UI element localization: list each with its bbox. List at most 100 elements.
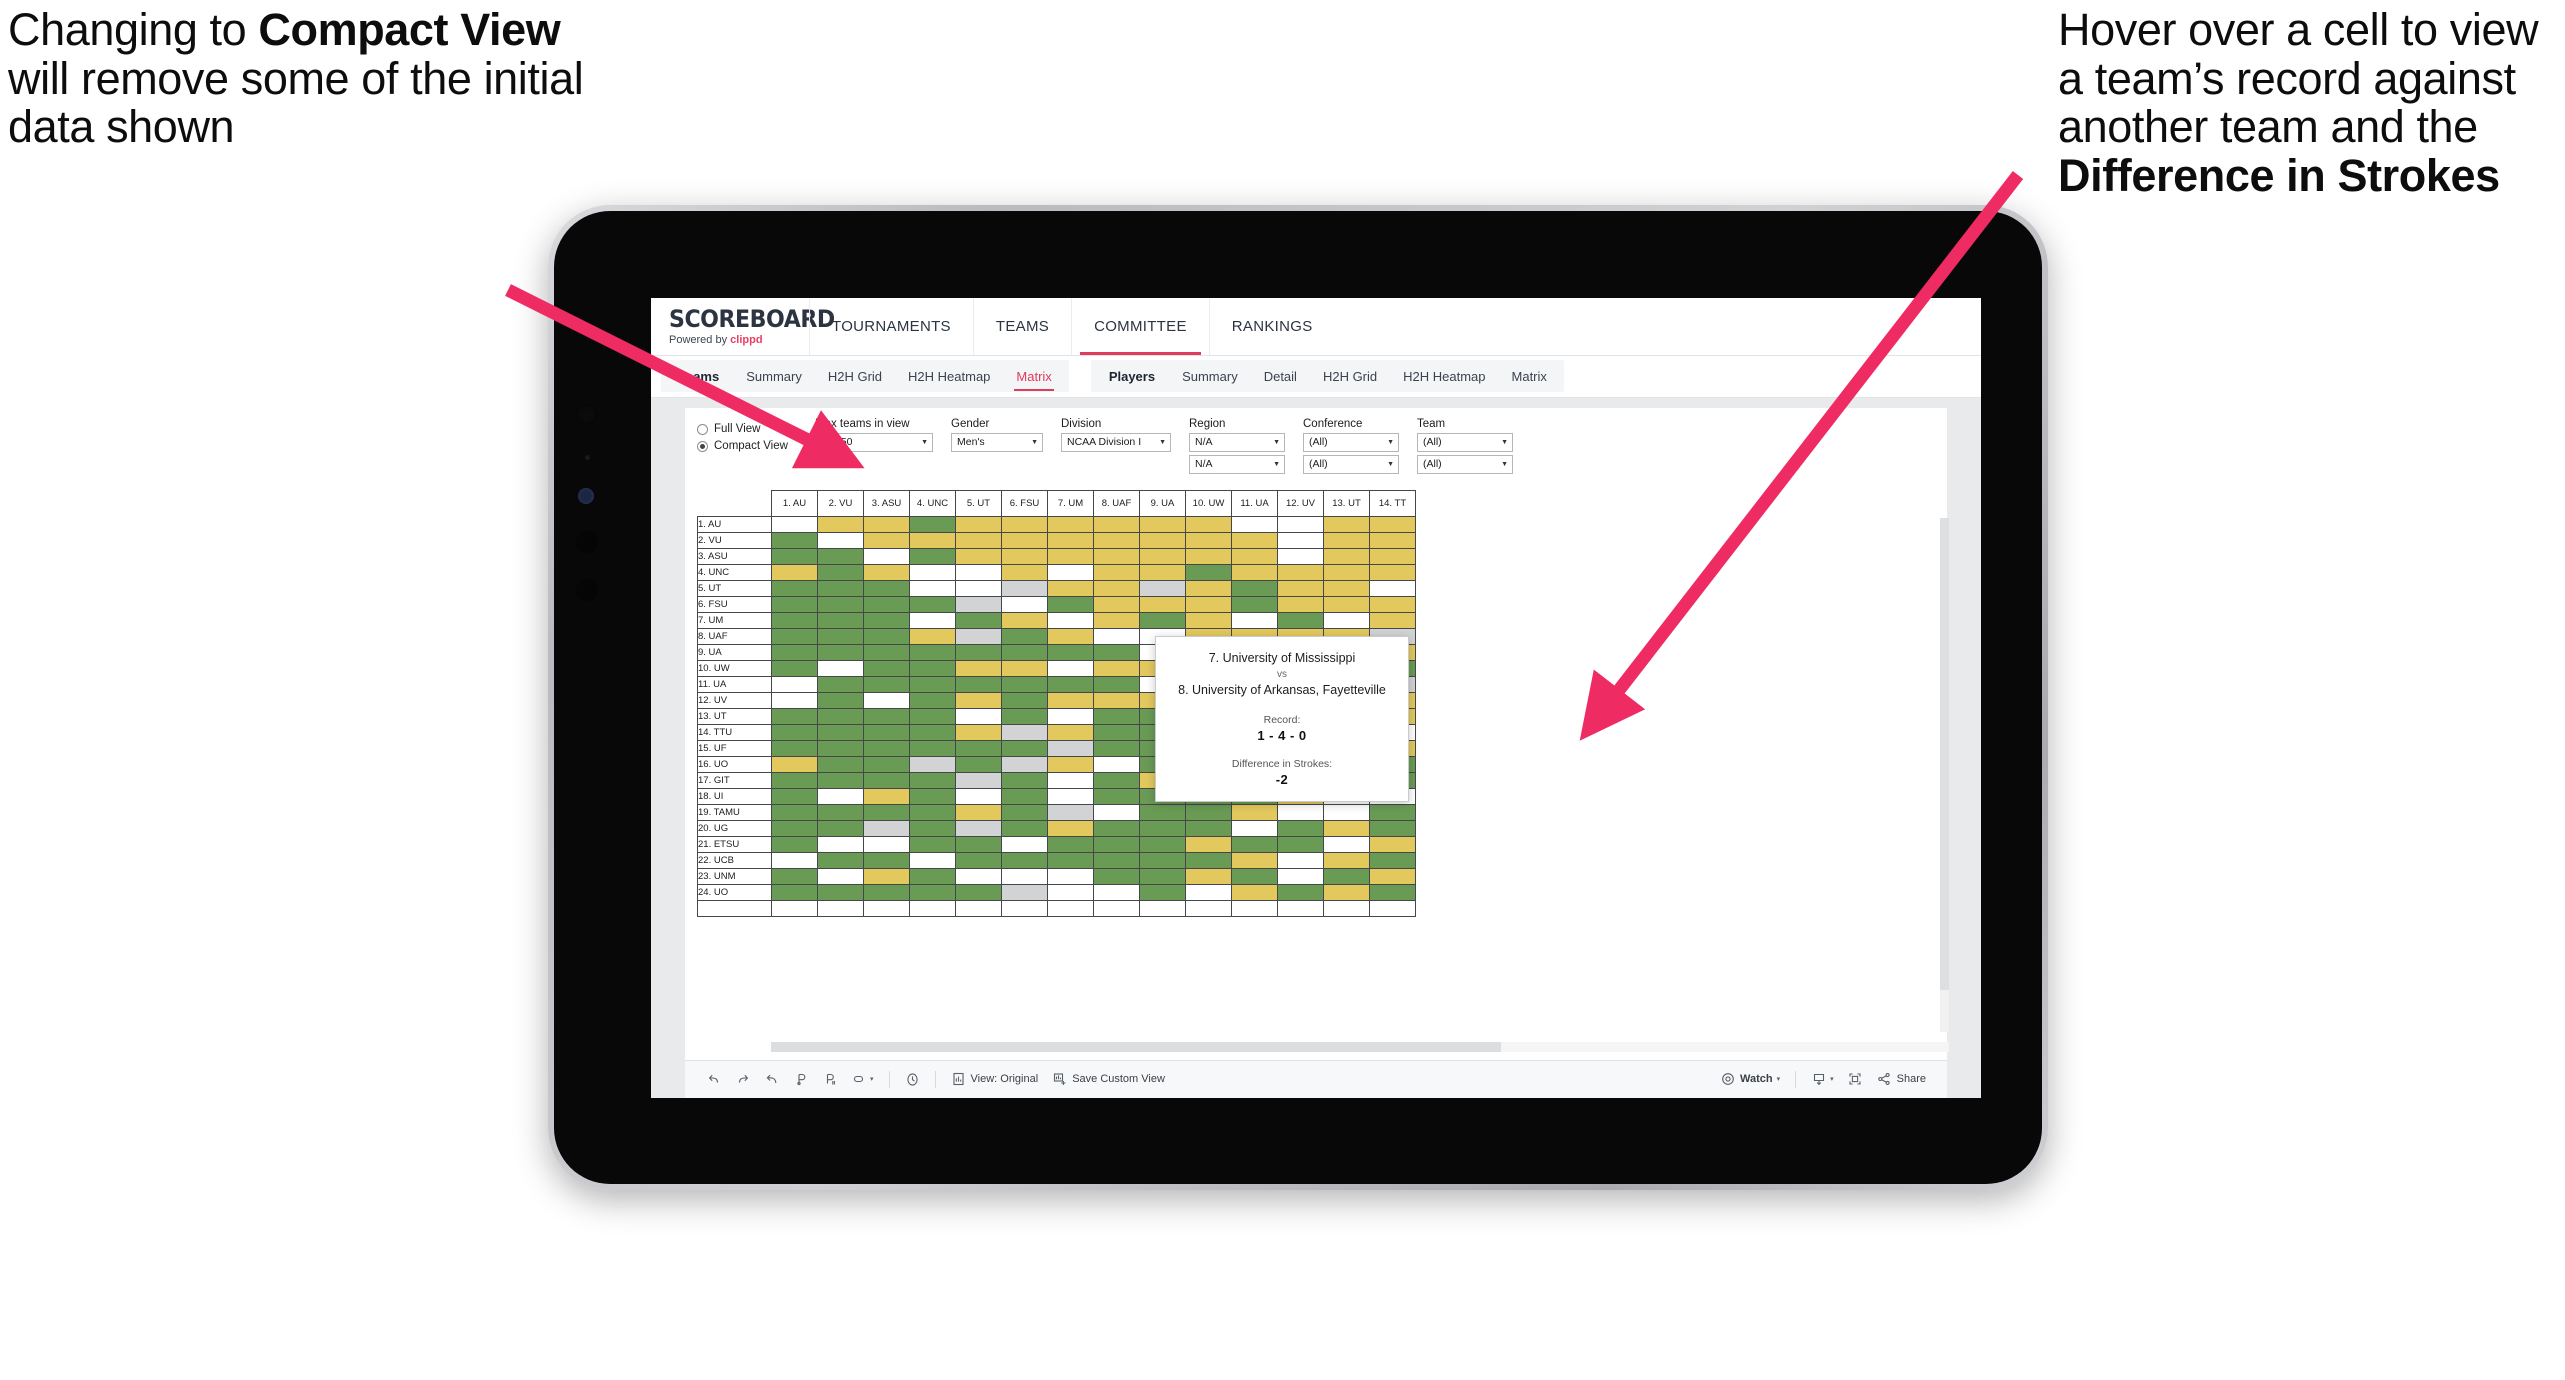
matrix-cell[interactable]	[955, 755, 1002, 773]
matrix-cell[interactable]	[955, 771, 1002, 789]
matrix-column-header[interactable]: 9. UA	[1139, 489, 1186, 517]
matrix-cell[interactable]	[863, 835, 910, 853]
matrix-cell[interactable]	[909, 627, 956, 645]
view-original-button[interactable]: View: Original	[944, 1061, 1046, 1098]
matrix-column-header[interactable]: 1. AU	[771, 489, 818, 517]
matrix-cell[interactable]	[1369, 819, 1416, 837]
matrix-cell[interactable]	[863, 643, 910, 661]
matrix-cell[interactable]	[1047, 883, 1094, 901]
matrix-cell[interactable]	[955, 611, 1002, 629]
matrix-cell[interactable]	[863, 515, 910, 533]
matrix-cell[interactable]	[909, 611, 956, 629]
matrix-cell[interactable]	[909, 899, 956, 917]
matrix-cell[interactable]	[1277, 531, 1324, 549]
matrix-cell[interactable]	[1001, 611, 1048, 629]
matrix-cell[interactable]	[909, 707, 956, 725]
matrix-cell[interactable]	[1093, 643, 1140, 661]
matrix-cell[interactable]	[1185, 563, 1232, 581]
matrix-cell[interactable]	[817, 659, 864, 677]
matrix-cell[interactable]	[1093, 883, 1140, 901]
matrix-cell[interactable]	[817, 643, 864, 661]
matrix-row-header[interactable]: 5. UT	[697, 579, 772, 597]
matrix-cell[interactable]	[1323, 595, 1370, 613]
matrix-cell[interactable]	[817, 867, 864, 885]
matrix-cell[interactable]	[909, 579, 956, 597]
matrix-cell[interactable]	[771, 723, 818, 741]
matrix-cell[interactable]	[955, 579, 1002, 597]
matrix-cell[interactable]	[863, 563, 910, 581]
nav-item-teams[interactable]: TEAMS	[972, 297, 1071, 355]
matrix-cell[interactable]	[1139, 579, 1186, 597]
matrix-row-header[interactable]: 17. GIT	[697, 771, 772, 789]
matrix-cell[interactable]	[1369, 899, 1416, 917]
refresh-button[interactable]	[786, 1061, 815, 1098]
matrix-cell[interactable]	[817, 739, 864, 757]
matrix-cell[interactable]	[1277, 611, 1324, 629]
hardware-button-top[interactable]	[576, 531, 598, 553]
matrix-cell[interactable]	[1093, 851, 1140, 869]
matrix-cell[interactable]	[1093, 675, 1140, 693]
matrix-cell[interactable]	[1139, 819, 1186, 837]
matrix-cell[interactable]	[955, 883, 1002, 901]
matrix-cell[interactable]	[1369, 611, 1416, 629]
matrix-cell[interactable]	[1139, 851, 1186, 869]
matrix-cell[interactable]	[1093, 659, 1140, 677]
matrix-cell[interactable]	[955, 595, 1002, 613]
vertical-scrollbar-thumb[interactable]	[1940, 517, 1949, 991]
matrix-cell[interactable]	[909, 531, 956, 549]
matrix-cell[interactable]	[1001, 691, 1048, 709]
matrix-cell[interactable]	[1093, 835, 1140, 853]
matrix-cell[interactable]	[1323, 899, 1370, 917]
matrix-cell[interactable]	[1047, 579, 1094, 597]
matrix-cell[interactable]	[817, 835, 864, 853]
matrix-cell[interactable]	[1323, 819, 1370, 837]
matrix-cell[interactable]	[1001, 563, 1048, 581]
share-button[interactable]: Share	[1870, 1061, 1933, 1098]
nav-item-tournaments[interactable]: TOURNAMENTS	[809, 297, 973, 355]
matrix-cell[interactable]	[1139, 835, 1186, 853]
matrix-cell[interactable]	[1093, 515, 1140, 533]
matrix-cell[interactable]	[1047, 691, 1094, 709]
matrix-cell[interactable]	[1047, 595, 1094, 613]
matrix-cell[interactable]	[817, 899, 864, 917]
matrix-cell[interactable]	[863, 851, 910, 869]
matrix-cell[interactable]	[1001, 707, 1048, 725]
matrix-cell[interactable]	[771, 611, 818, 629]
matrix-cell[interactable]	[1369, 531, 1416, 549]
matrix-cell[interactable]	[955, 563, 1002, 581]
filter-select-conference-1[interactable]: (All) ▼	[1303, 432, 1399, 452]
matrix-cell[interactable]	[1231, 851, 1278, 869]
matrix-row-header[interactable]: 6. FSU	[697, 595, 772, 613]
matrix-cell[interactable]	[863, 547, 910, 565]
hardware-button-bottom[interactable]	[576, 579, 598, 601]
matrix-cell[interactable]	[1369, 803, 1416, 821]
matrix-cell[interactable]	[863, 659, 910, 677]
matrix-cell[interactable]	[1001, 531, 1048, 549]
matrix-cell[interactable]	[771, 659, 818, 677]
matrix-cell[interactable]	[1001, 627, 1048, 645]
subnav-item-matrix[interactable]: Matrix	[1003, 369, 1064, 391]
matrix-cell[interactable]	[1093, 707, 1140, 725]
matrix-cell[interactable]	[1369, 563, 1416, 581]
matrix-cell[interactable]	[817, 771, 864, 789]
matrix-cell[interactable]	[1277, 563, 1324, 581]
matrix-cell[interactable]	[817, 723, 864, 741]
matrix-cell[interactable]	[1047, 803, 1094, 821]
matrix-cell[interactable]	[771, 755, 818, 773]
matrix-cell[interactable]	[1001, 675, 1048, 693]
matrix-cell[interactable]	[955, 803, 1002, 821]
filter-select-team-2[interactable]: (All) ▼	[1417, 454, 1513, 474]
matrix-cell[interactable]	[1369, 867, 1416, 885]
matrix-row-header[interactable]: 2. VU	[697, 531, 772, 549]
matrix-cell[interactable]	[1047, 707, 1094, 725]
matrix-cell[interactable]	[1277, 835, 1324, 853]
matrix-cell[interactable]	[1047, 835, 1094, 853]
matrix-cell[interactable]	[1047, 867, 1094, 885]
matrix-cell[interactable]	[863, 771, 910, 789]
matrix-cell[interactable]	[771, 643, 818, 661]
matrix-column-header[interactable]: 2. VU	[817, 489, 864, 517]
matrix-cell[interactable]	[817, 851, 864, 869]
matrix-cell[interactable]	[771, 867, 818, 885]
matrix-row-header[interactable]: 16. UO	[697, 755, 772, 773]
matrix-cell[interactable]	[955, 739, 1002, 757]
